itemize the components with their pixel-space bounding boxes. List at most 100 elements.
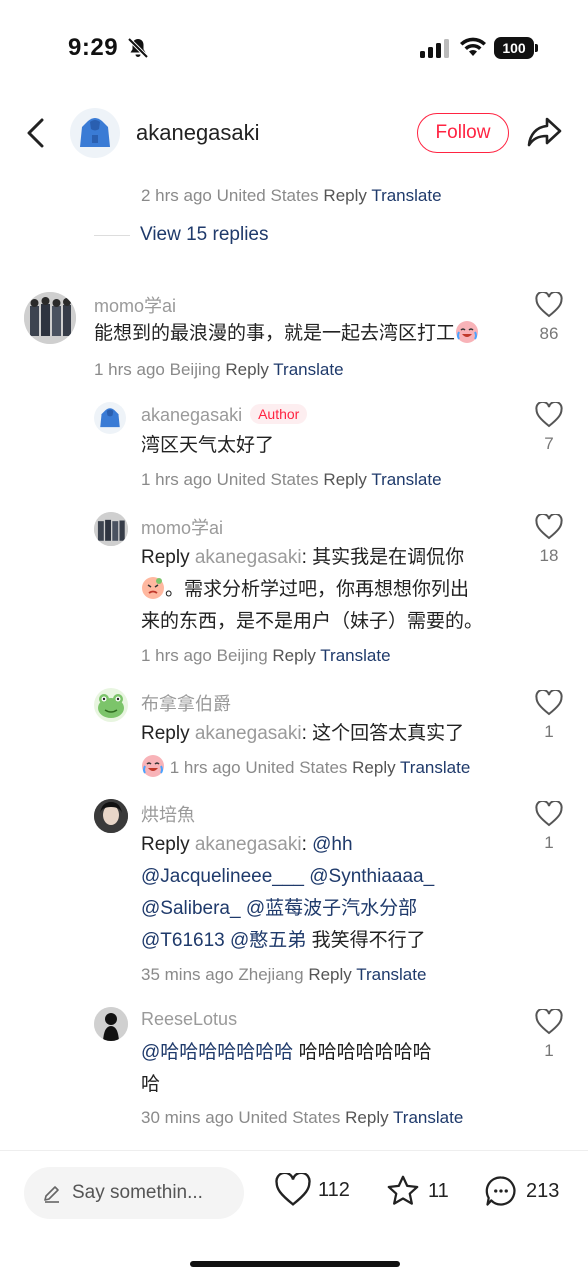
reply-link[interactable]: Reply [272,646,315,665]
translate-link[interactable]: Translate [320,646,390,665]
comment-username[interactable]: 烘培魚 [141,801,195,827]
mention-link[interactable]: @哈哈哈哈哈哈哈 [141,1042,293,1063]
reply-link[interactable]: Reply [352,758,395,777]
heart-icon [535,1009,563,1035]
group-photo-avatar [24,292,76,344]
reply-to-username[interactable]: akanegasaki [195,723,302,744]
follow-button[interactable]: Follow [417,113,509,153]
profile-header: akanegasaki Follow [0,100,588,166]
translate-link[interactable]: Translate [371,470,441,489]
like-button[interactable]: 18 [534,514,564,566]
header-username[interactable]: akanegasaki [136,120,260,146]
like-count: 7 [544,434,554,453]
collect-button[interactable]: 11 [384,1173,449,1209]
like-button[interactable]: 7 [534,402,564,454]
reply-link[interactable]: Reply [308,965,351,984]
comment-time: 1 hrs ago [141,470,212,489]
figure-avatar [94,1007,128,1041]
hoodie-avatar-icon [80,118,110,147]
hoodie-avatar-icon [100,408,120,428]
chat-bubble-icon [485,1176,516,1206]
reply-to-username[interactable]: akanegasaki [195,834,302,855]
like-post-button[interactable]: 112 [274,1173,350,1207]
like-button[interactable]: 1 [534,801,564,853]
back-arrow-icon[interactable] [22,116,50,150]
comment-time: 30 mins ago [141,1108,234,1127]
comment-username[interactable]: momo学ai [141,514,223,540]
like-button[interactable]: 1 [534,690,564,742]
reply-link[interactable]: Reply [345,1108,388,1127]
comment-text: @哈哈哈哈哈哈哈 哈哈哈哈哈哈哈 哈 [141,1042,432,1095]
avatar[interactable] [94,799,128,833]
mention-link[interactable]: @Salibera_ [141,898,241,919]
heart-icon [535,292,563,318]
translate-link[interactable]: Translate [356,965,426,984]
author-badge: Author [250,404,308,424]
avatar[interactable] [24,292,76,344]
like-count: 18 [539,546,559,565]
comment-item: 烘培魚 Reply akanegasaki: @hh @Jacquelineee… [0,799,588,991]
mention-link[interactable]: @蓝莓波子汽水分部 [246,898,417,919]
reply-link[interactable]: Reply [225,360,268,379]
view-replies-label[interactable]: View 15 replies [140,224,269,246]
comment-location: United States [245,758,348,777]
translate-link[interactable]: Translate [400,758,470,777]
avatar[interactable] [94,688,128,722]
comment-time: 35 mins ago [141,965,234,984]
reply-link[interactable]: Reply [323,470,366,489]
comment-username[interactable]: ReeseLotus [141,1009,237,1030]
like-button[interactable]: 1 [534,1009,564,1061]
mention-link[interactable]: @hh [312,834,352,855]
comment-username[interactable]: 布拿拿伯爵 [141,690,231,716]
comments-button[interactable]: 213 [482,1173,559,1209]
comment-text: 湾区天气太好了 [141,435,275,456]
home-indicator[interactable] [190,1261,400,1267]
frog-avatar-icon [98,694,124,718]
like-button[interactable]: 86 [534,292,564,344]
comment-meta: 1 hrs ago United States Reply Translate [141,754,470,778]
comment-location: United States [238,1108,341,1127]
avatar[interactable] [94,512,128,546]
bell-off-icon [127,37,149,59]
like-count: 112 [318,1178,350,1201]
battery-level: 100 [494,37,534,59]
comment-meta: 1 hrs ago Beijing Reply Translate [94,360,344,380]
comment-meta: 1 hrs ago United States Reply Translate [141,470,442,490]
crying-face-emoji-icon [142,577,164,599]
mention-link[interactable]: @T61613 [141,930,225,951]
comment-time: 2 hrs ago [141,186,212,205]
comment-item: momo学ai Reply akanegasaki: 其实我是在调侃你 。需求分… [0,512,588,672]
translate-link[interactable]: Translate [273,360,343,379]
comment-text: 能想到的最浪漫的事，就是一起去湾区打工 [94,318,524,350]
group-photo-avatar [94,512,128,546]
portrait-avatar [94,799,128,833]
comment-input-placeholder: Say somethin... [72,1182,203,1203]
comment-meta: 35 mins ago Zhejiang Reply Translate [141,965,426,985]
reply-link[interactable]: Reply [323,186,366,205]
view-replies-button[interactable]: View 15 replies [94,224,269,246]
translate-link[interactable]: Translate [371,186,441,205]
comment-input[interactable]: Say somethin... [24,1167,244,1219]
comment-meta: 1 hrs ago Beijing Reply Translate [141,646,391,666]
avatar[interactable] [94,402,126,434]
comment-item: momo学ai 能想到的最浪漫的事，就是一起去湾区打工 1 hrs ago Be… [0,290,588,380]
mention-link[interactable]: @Jacquelineee___ [141,866,304,887]
avatar[interactable] [70,108,120,158]
mention-link[interactable]: @Synthiaaaa_ [309,866,434,887]
star-icon [387,1175,419,1205]
share-icon[interactable] [526,114,564,150]
like-count: 86 [539,324,559,343]
comment-username[interactable]: momo学ai [94,292,176,318]
comment-username: akanegasaki Author [141,404,308,426]
comment-item: 布拿拿伯爵 Reply akanegasaki: 这个回答太真实了 1 hrs … [0,688,588,784]
comment-time: 1 hrs ago [141,646,212,665]
mention-link[interactable]: @憨五弟 [230,930,306,951]
avatar[interactable] [94,1007,128,1041]
like-count: 1 [544,722,554,741]
comment-text: Reply akanegasaki: 其实我是在调侃你 。需求分析学过吧，你再想… [141,547,484,632]
comment-time: 1 hrs ago [94,360,165,379]
translate-link[interactable]: Translate [393,1108,463,1127]
star-count: 11 [428,1179,449,1202]
reply-to-username[interactable]: akanegasaki [195,547,302,568]
comment-location: United States [216,186,319,205]
